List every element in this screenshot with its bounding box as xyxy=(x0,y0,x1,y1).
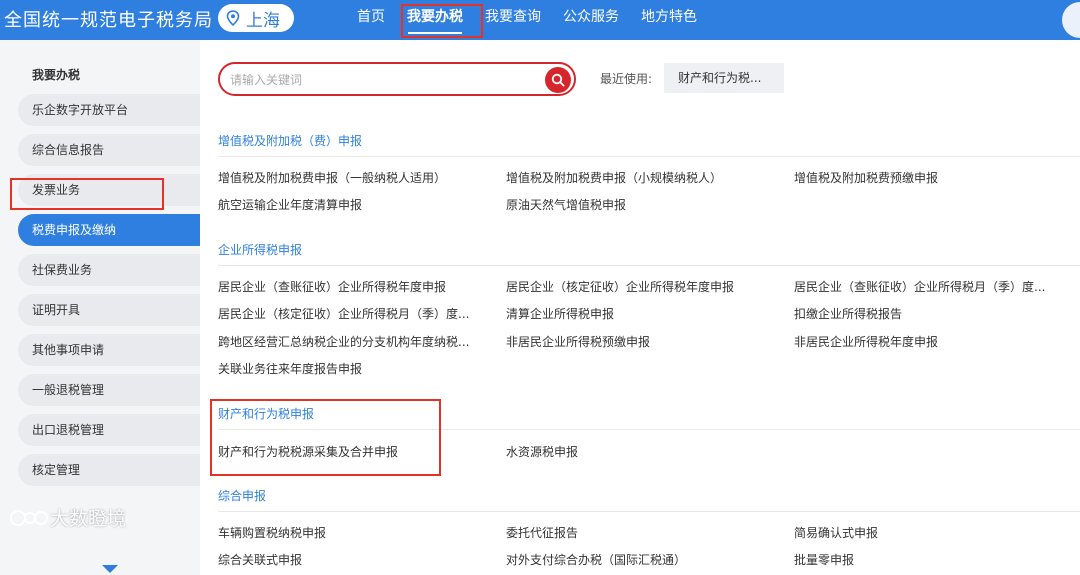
search-button[interactable] xyxy=(545,67,571,93)
link-related-party-report[interactable]: 关联业务往来年度报告申报 xyxy=(218,360,362,377)
link-entrusted-collection[interactable]: 委托代征报告 xyxy=(506,524,578,541)
link-cross-region-branch[interactable]: 跨地区经营汇总纳税企业的分支机构年度纳税... xyxy=(218,333,469,350)
site-title[interactable]: 全国统一规范电子税务局 xyxy=(4,6,213,32)
sidebar-item-export-refund[interactable]: 出口退税管理 xyxy=(18,414,200,446)
nav-local-features[interactable]: 地方特色 xyxy=(630,0,708,40)
nav-home[interactable]: 首页 xyxy=(346,0,396,40)
section-divider xyxy=(218,265,1080,266)
watermark-logo: 大数瞪境 xyxy=(10,504,126,531)
scroll-down-arrow-icon[interactable] xyxy=(102,565,118,573)
recent-label: 最近使用: xyxy=(600,72,653,86)
nav-public-service[interactable]: 公众服务 xyxy=(552,0,630,40)
link-outbound-payment[interactable]: 对外支付综合办税（国际汇税通） xyxy=(506,551,686,568)
search-icon xyxy=(551,73,565,87)
sidebar-highlight-box xyxy=(10,178,164,210)
sidebar-item-tax-declaration[interactable]: 税费申报及缴纳 xyxy=(18,214,200,246)
link-comprehensive-related[interactable]: 综合关联式申报 xyxy=(218,551,302,568)
link-cit-withholding[interactable]: 扣缴企业所得税报告 xyxy=(794,305,902,322)
link-vat-small-scale[interactable]: 增值税及附加税费申报（小规模纳税人） xyxy=(506,169,722,186)
brand-logo-icon xyxy=(10,509,48,526)
section-title-vat: 增值税及附加税（费）申报 xyxy=(218,134,363,148)
link-water-resource[interactable]: 水资源税申报 xyxy=(506,443,578,460)
link-cit-assessed-quarterly[interactable]: 居民企业（核定征收）企业所得税月（季）度... xyxy=(218,305,469,322)
link-vat-prepayment[interactable]: 增值税及附加税费预缴申报 xyxy=(794,169,938,186)
sidebar-item-assessment[interactable]: 核定管理 xyxy=(18,454,200,486)
link-nonresident-annual[interactable]: 非居民企业所得税年度申报 xyxy=(794,333,938,350)
section-highlight-box xyxy=(210,399,441,476)
link-vehicle-purchase[interactable]: 车辆购置税纳税申报 xyxy=(218,524,326,541)
section-title-comprehensive: 综合申报 xyxy=(218,489,267,503)
city-name: 上海 xyxy=(246,10,280,31)
sidebar-item-other-requests[interactable]: 其他事项申请 xyxy=(18,334,200,366)
top-header: 全国统一规范电子税务局 上海 首页 我要办税 我要查询 公众服务 地方特色 xyxy=(0,0,1080,40)
search-input[interactable] xyxy=(230,70,530,90)
link-cit-assessed-annual[interactable]: 居民企业（核定征收）企业所得税年度申报 xyxy=(506,278,734,295)
link-cit-audit-annual[interactable]: 居民企业（查账征收）企业所得税年度申报 xyxy=(218,278,446,295)
link-nonresident-prepay[interactable]: 非居民企业所得税预缴申报 xyxy=(506,333,650,350)
city-selector[interactable]: 上海 xyxy=(218,4,294,32)
section-divider xyxy=(218,511,1080,512)
sidebar: 我要办税 乐企数字开放平台 综合信息报告 发票业务 税费申报及缴纳 社保费业务 … xyxy=(0,40,200,575)
section-divider xyxy=(218,156,1080,157)
sidebar-title: 我要办税 xyxy=(32,68,81,82)
sidebar-item-social-security[interactable]: 社保费业务 xyxy=(18,254,200,286)
link-aviation-settlement[interactable]: 航空运输企业年度清算申报 xyxy=(218,196,362,213)
sidebar-item-leqi-platform[interactable]: 乐企数字开放平台 xyxy=(18,94,200,126)
search-box xyxy=(218,62,576,96)
watermark-text: 大数瞪境 xyxy=(50,508,127,530)
link-oil-gas-vat[interactable]: 原油天然气增值税申报 xyxy=(506,196,626,213)
link-cit-liquidation[interactable]: 清算企业所得税申报 xyxy=(506,305,614,322)
link-vat-general[interactable]: 增值税及附加税费申报（一般纳税人适用） xyxy=(218,169,446,186)
sidebar-item-general-refund[interactable]: 一般退税管理 xyxy=(18,374,200,406)
nav-query[interactable]: 我要查询 xyxy=(474,0,552,40)
section-title-cit: 企业所得税申报 xyxy=(218,243,303,257)
sidebar-item-certificates[interactable]: 证明开具 xyxy=(18,294,200,326)
nav-highlight-box xyxy=(401,4,483,38)
link-simple-confirm[interactable]: 简易确认式申报 xyxy=(794,524,878,541)
sidebar-item-info-report[interactable]: 综合信息报告 xyxy=(18,134,200,166)
link-cit-audit-quarterly[interactable]: 居民企业（查账征收）企业所得税月（季）度... xyxy=(794,278,1045,295)
recent-item-chip[interactable]: 财产和行为税... xyxy=(664,63,784,93)
link-batch-zero[interactable]: 批量零申报 xyxy=(794,551,854,568)
user-avatar[interactable] xyxy=(1062,2,1080,38)
location-pin-icon xyxy=(226,10,240,26)
